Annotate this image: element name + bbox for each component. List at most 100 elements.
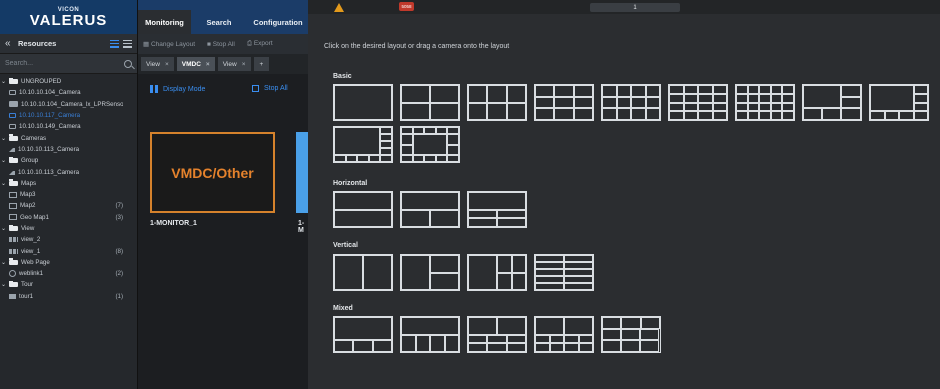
layout-cell	[430, 255, 459, 273]
layout-horizontal-2[interactable]	[333, 191, 393, 228]
tree-item[interactable]: 10.10.10.149_Camera	[0, 121, 137, 132]
expand-icon[interactable]: ⌄	[0, 281, 7, 288]
tree-item[interactable]: ⌄ View	[0, 223, 137, 234]
layout-vertical-1plus4[interactable]	[467, 254, 527, 291]
layout-cell	[782, 111, 794, 120]
expand-icon[interactable]: ⌄	[0, 180, 7, 187]
layout-cell	[334, 155, 346, 162]
layout-1plus5[interactable]	[802, 84, 862, 121]
layout-cell	[913, 111, 928, 120]
layout-cell	[447, 127, 459, 134]
layout-cell	[782, 102, 794, 112]
layout-1plus7[interactable]	[869, 84, 929, 121]
layout-mixed-2plus8[interactable]	[534, 316, 594, 353]
layout-cell	[401, 209, 430, 227]
layout-2x2[interactable]	[400, 84, 460, 121]
layout-cell	[497, 218, 526, 227]
layout-cell	[747, 93, 760, 103]
layout-1plus9[interactable]	[333, 126, 393, 163]
layout-4x3[interactable]	[601, 84, 661, 121]
layout-cell	[712, 85, 727, 94]
layout-cell	[535, 334, 550, 344]
layout-vertical-2x5[interactable]	[534, 254, 594, 291]
layout-vertical-2[interactable]	[333, 254, 393, 291]
layout-4x4[interactable]	[668, 84, 728, 121]
export-button[interactable]: ⎙ Export	[247, 40, 279, 48]
search-input[interactable]	[5, 60, 124, 67]
tab-configuration[interactable]: Configuration	[247, 10, 309, 34]
tree-item[interactable]: ⌄ Web Page	[0, 257, 137, 268]
layout-vertical-1plus2[interactable]	[400, 254, 460, 291]
layout-mixed-1plus4[interactable]	[400, 316, 460, 353]
tab-view-2[interactable]: View ×	[217, 57, 251, 71]
tree-item[interactable]: 10.10.10.104_Camera_lx_LPRSensor	[0, 99, 137, 110]
layout-cell	[736, 102, 748, 112]
tree-item[interactable]: Geo Map1 (3)	[0, 212, 137, 223]
layout-cell	[430, 85, 459, 103]
search-icon[interactable]	[124, 59, 132, 68]
monitor-tile[interactable]: VMDC/Other	[150, 132, 275, 213]
layout-3x2[interactable]	[467, 84, 527, 121]
layout-mixed-3plus9[interactable]	[601, 316, 661, 353]
tree-item[interactable]: ⌄ Group	[0, 155, 137, 166]
tree-item-count: (1)	[115, 292, 123, 300]
layout-cell	[415, 334, 430, 352]
display-mode-button[interactable]: Display Mode	[150, 85, 205, 93]
tree-item[interactable]: Map3	[0, 189, 137, 200]
layout-cell	[380, 155, 392, 162]
tree-item[interactable]: ⌄ UNGROUPED	[0, 76, 137, 87]
layout-cell	[334, 85, 392, 120]
tree-item[interactable]: 10.10.10.104_Camera	[0, 87, 137, 98]
layout-horizontal-1plus2[interactable]	[400, 191, 460, 228]
add-tab-button[interactable]: +	[253, 57, 270, 71]
layout-mixed-1plus3[interactable]	[333, 316, 393, 353]
expand-icon[interactable]: ⌄	[0, 78, 7, 85]
layout-5x4[interactable]	[735, 84, 795, 121]
monitor-tile-2[interactable]	[296, 132, 308, 213]
layout-1plus12[interactable]	[400, 126, 460, 163]
tree-view-icon[interactable]	[110, 39, 119, 48]
expand-icon[interactable]: ⌄	[0, 259, 7, 266]
expand-icon[interactable]: ⌄	[0, 157, 7, 164]
tree-item[interactable]: 10.10.10.117_Camera	[0, 110, 137, 121]
tree-item[interactable]: Map2 (7)	[0, 200, 137, 211]
tree-item[interactable]: view_1 (8)	[0, 245, 137, 256]
stop-all-toolbar-button[interactable]: ■ Stop All	[207, 41, 241, 48]
tree-item[interactable]: 10.10.10.113_Camera	[0, 144, 137, 155]
stop-all-button[interactable]: Stop All	[252, 85, 288, 92]
layout-horizontal-1plus4[interactable]	[467, 191, 527, 228]
warning-icon[interactable]	[334, 3, 344, 12]
close-icon[interactable]: ×	[206, 61, 210, 68]
tab-monitoring[interactable]: Monitoring	[138, 10, 191, 34]
list-view-icon[interactable]	[123, 39, 132, 48]
tree-item-label: Cameras	[21, 134, 47, 142]
tab-search[interactable]: Search	[197, 10, 241, 34]
layout-cell	[841, 85, 861, 97]
close-icon[interactable]: ×	[165, 61, 169, 68]
layout-mixed-2plus6[interactable]	[467, 316, 527, 353]
alert-count-badge[interactable]: 5058	[399, 2, 414, 11]
close-icon[interactable]: ×	[242, 61, 246, 68]
layout-cell	[759, 111, 771, 120]
tree-item[interactable]: ⌄ Tour	[0, 279, 137, 290]
layout-3x3[interactable]	[534, 84, 594, 121]
tree-item[interactable]: view_2	[0, 234, 137, 245]
layout-1x1[interactable]	[333, 84, 393, 121]
layout-cell	[412, 127, 425, 134]
tree-item[interactable]: 10.10.10.113_Camera	[0, 166, 137, 177]
tree-item[interactable]: tour1 (1)	[0, 291, 137, 302]
expand-icon[interactable]: ⌄	[0, 225, 7, 232]
collapse-icon[interactable]: «	[5, 38, 15, 49]
layout-cell	[345, 155, 358, 162]
layout-cell	[573, 85, 593, 97]
tree-item[interactable]: ⌄ Maps	[0, 178, 137, 189]
tab-view-1[interactable]: View ×	[141, 57, 174, 71]
tree-item[interactable]: ⌄ Cameras	[0, 132, 137, 143]
tab-vmdc[interactable]: VMDC ×	[176, 57, 215, 71]
tree-item[interactable]: weblink1 (2)	[0, 268, 137, 279]
change-layout-button[interactable]: ▦ Change Layout	[143, 40, 201, 48]
expand-icon[interactable]: ⌄	[0, 135, 7, 142]
layout-cell	[535, 269, 564, 276]
viewer-area: Display Mode Stop All VMDC/Other 1-MONIT…	[138, 74, 308, 389]
layout-cell	[770, 93, 783, 103]
